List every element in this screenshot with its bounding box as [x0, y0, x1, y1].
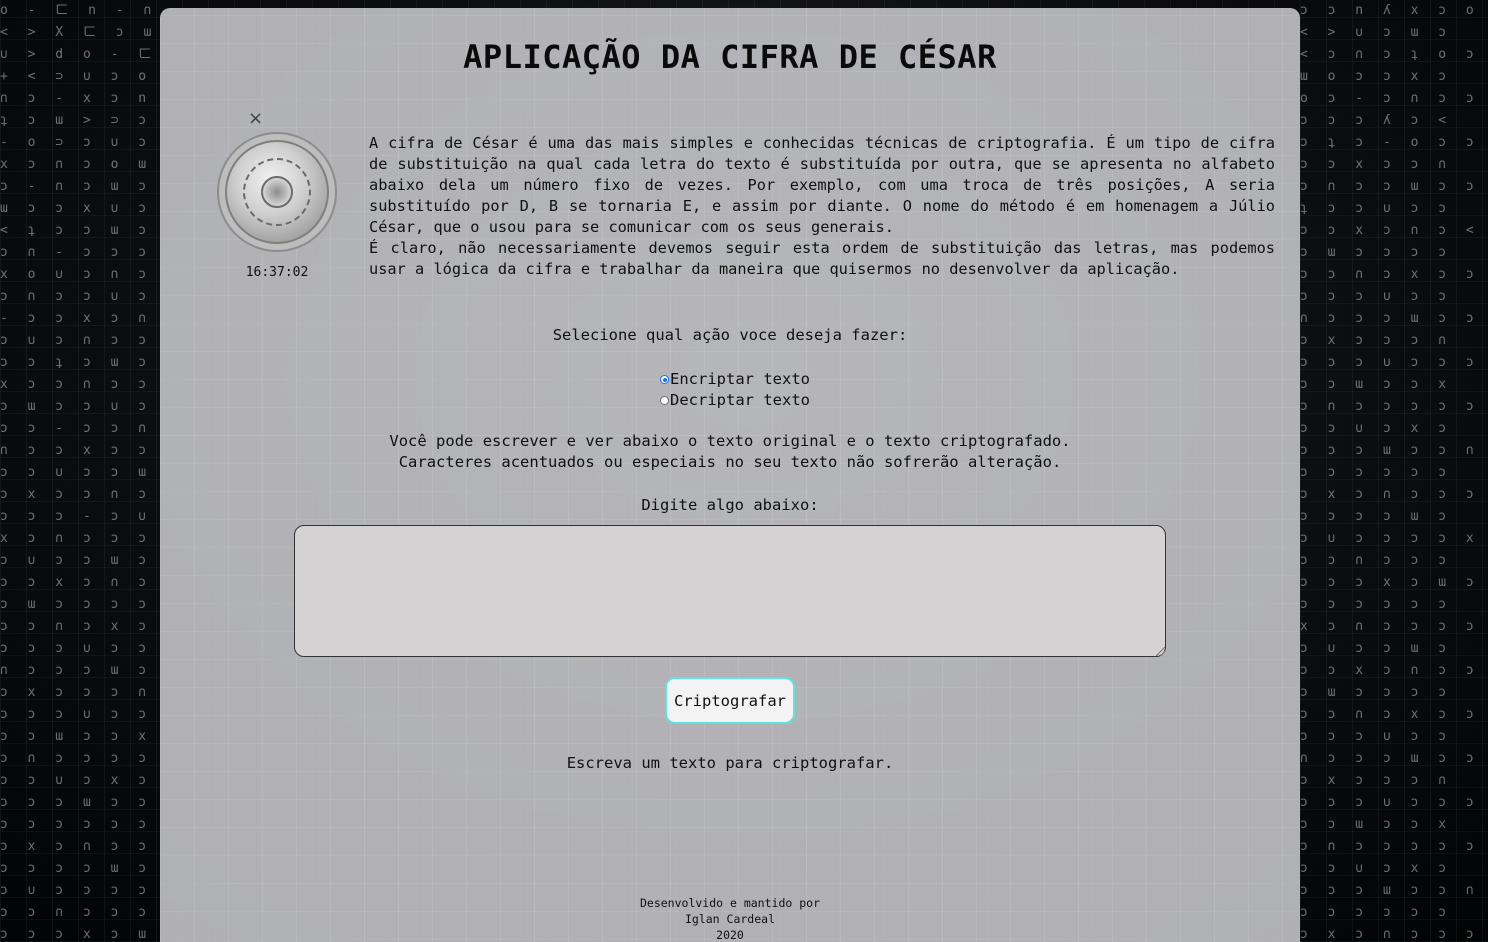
clock-display: 16:37:02 [245, 265, 309, 280]
action-prompt: Selecione qual ação voce deseja fazer: [552, 326, 908, 344]
footer: Desenvolvido e mantido por Iglan Cardeal… [160, 895, 1300, 942]
background-code-left: o - ㄈ n - ∩ ^ c < > X ㄈ ɔ ɯ ∪ > d o - ㄈ … [0, 3, 158, 942]
radio-option-encrypt[interactable]: Encriptar texto [660, 369, 810, 390]
decrypt-radio-label[interactable]: Decriptar texto [670, 390, 810, 411]
close-icon: × [248, 108, 264, 129]
decrypt-radio-button[interactable] [660, 396, 669, 405]
encrypt-radio-button[interactable] [660, 375, 669, 384]
background-code-right: ɔ ɔ n ʎ x ɔ o < > ∪ ɔ ɯ ɔ < ɔ ∩ ɔ ʇ o ɔ … [1300, 3, 1480, 942]
action-radio-group: Encriptar texto Decriptar texto [660, 369, 810, 411]
info-line-2: Caracteres acentuados ou especiais no se… [398, 453, 1062, 471]
footer-credit: Desenvolvido e mantido por [639, 896, 820, 910]
description-paragraph-2: É claro, não necessariamente devemos seg… [369, 239, 1275, 278]
input-label: Digite algo abaixo: [641, 496, 819, 514]
description-paragraph-1: A cifra de César é uma das mais simples … [369, 134, 1275, 236]
footer-year: 2020 [716, 928, 744, 942]
footer-author: Iglan Cardeal [684, 912, 775, 926]
main-panel: APLICAÇÃO DA CIFRA DE CÉSAR × 16:37:02 A… [160, 8, 1300, 942]
encrypt-button[interactable]: Criptografar [665, 677, 795, 724]
description-text: A cifra de César é uma das mais simples … [369, 133, 1275, 280]
info-line-1: Você pode escrever e ver abaixo o texto … [389, 432, 1071, 450]
encrypt-radio-label[interactable]: Encriptar texto [670, 369, 810, 390]
caesar-cipher-disk-image [217, 132, 337, 252]
result-text: Escreva um texto para criptografar. [566, 754, 894, 772]
page-title: APLICAÇÃO DA CIFRA DE CÉSAR [463, 38, 997, 76]
textarea-resize-handle[interactable] [1156, 647, 1165, 656]
radio-option-decrypt[interactable]: Decriptar texto [660, 390, 810, 411]
text-input-area[interactable] [294, 525, 1166, 657]
